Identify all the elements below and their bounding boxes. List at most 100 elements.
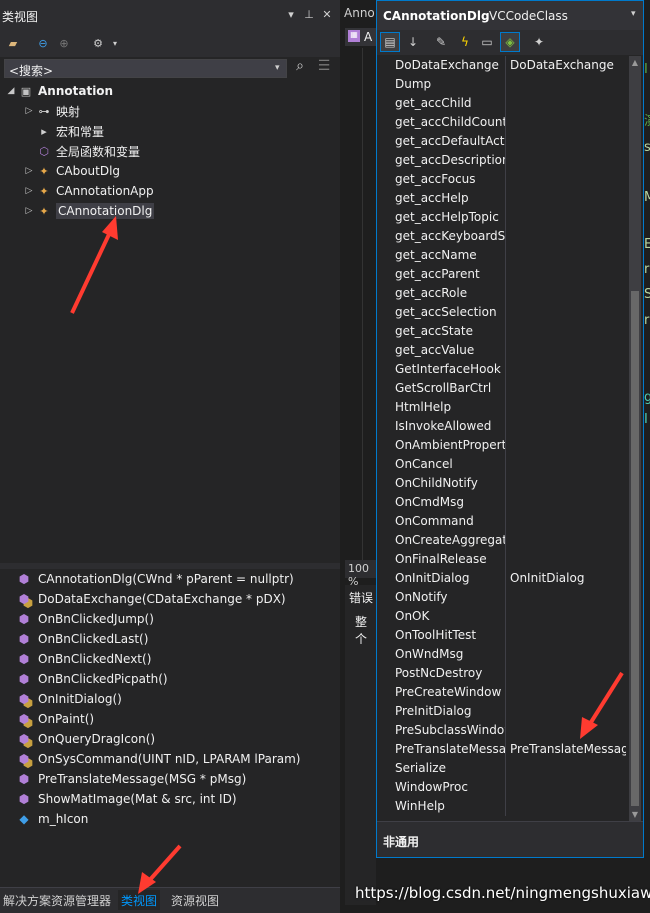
new-folder-icon[interactable]: ▰: [5, 35, 21, 51]
property-row[interactable]: WinHelp: [391, 797, 627, 816]
property-row[interactable]: get_accRole: [391, 284, 627, 303]
property-value[interactable]: [506, 512, 626, 531]
property-value[interactable]: [506, 455, 626, 474]
property-value[interactable]: [506, 645, 626, 664]
property-value[interactable]: [506, 797, 626, 816]
property-value[interactable]: [506, 284, 626, 303]
property-row[interactable]: get_accChildCount: [391, 113, 627, 132]
settings-gear-icon[interactable]: ⚙: [87, 35, 109, 51]
property-value[interactable]: OnInitDialog: [506, 569, 626, 588]
property-value[interactable]: [506, 189, 626, 208]
tree-node[interactable]: ▷ ✦ CAnnotationApp: [22, 181, 154, 201]
property-row[interactable]: OnCreateAggregates: [391, 531, 627, 550]
tab-resource-view[interactable]: 资源视图: [168, 890, 222, 910]
messages-icon[interactable]: ▭: [477, 32, 497, 52]
property-row[interactable]: OnToolHitTest: [391, 626, 627, 645]
property-row[interactable]: OnCancel: [391, 455, 627, 474]
expand-arrow-icon[interactable]: ▷: [22, 206, 36, 216]
grid-scrollbar-thumb[interactable]: [631, 291, 639, 806]
alphabetical-icon[interactable]: ↓: [403, 32, 423, 52]
property-row[interactable]: get_accSelection: [391, 303, 627, 322]
property-row[interactable]: Serialize: [391, 759, 627, 778]
property-value[interactable]: [506, 379, 626, 398]
property-row[interactable]: get_accHelp: [391, 189, 627, 208]
property-row[interactable]: DoDataExchange DoDataExchange: [391, 56, 627, 75]
forward-icon[interactable]: ⊕: [56, 35, 72, 51]
property-row[interactable]: OnCmdMsg: [391, 493, 627, 512]
property-value[interactable]: [506, 94, 626, 113]
property-value[interactable]: [506, 683, 626, 702]
property-value[interactable]: PreTranslateMessage: [506, 740, 626, 759]
property-row[interactable]: OnAmbientProperty: [391, 436, 627, 455]
property-row[interactable]: OnChildNotify: [391, 474, 627, 493]
member-item[interactable]: ⬢ OnPaint(): [16, 709, 94, 729]
property-value[interactable]: [506, 227, 626, 246]
property-value[interactable]: [506, 113, 626, 132]
categorized-icon[interactable]: ▤: [380, 32, 400, 52]
member-item[interactable]: ⬢ ShowMatImage(Mat & src, int ID): [16, 789, 237, 809]
expand-arrow-icon[interactable]: ◢: [4, 86, 18, 96]
property-row[interactable]: HtmlHelp: [391, 398, 627, 417]
property-row[interactable]: Dump: [391, 75, 627, 94]
property-row[interactable]: OnInitDialog OnInitDialog: [391, 569, 627, 588]
tab-class-view[interactable]: 类视图: [118, 890, 161, 910]
property-value[interactable]: [506, 208, 626, 227]
member-item[interactable]: ⬢ OnQueryDragIcon(): [16, 729, 155, 749]
property-value[interactable]: [506, 246, 626, 265]
property-value[interactable]: [506, 398, 626, 417]
events-icon[interactable]: ϟ: [455, 32, 475, 52]
property-row[interactable]: PreInitDialog: [391, 702, 627, 721]
member-item[interactable]: ⬢ OnBnClickedJump(): [16, 609, 154, 629]
tree-node[interactable]: ▷ ⊶ 映射: [22, 101, 80, 121]
expand-arrow-icon[interactable]: ▷: [22, 106, 36, 116]
member-item[interactable]: ⬢ CAnnotationDlg(CWnd * pParent = nullptr…: [16, 569, 294, 589]
search-input[interactable]: <搜索> ▾: [4, 59, 287, 78]
property-row[interactable]: OnFinalRelease: [391, 550, 627, 569]
property-pages-icon[interactable]: ✦: [529, 32, 549, 52]
property-value[interactable]: DoDataExchange: [506, 56, 626, 75]
property-value[interactable]: [506, 132, 626, 151]
property-row[interactable]: GetInterfaceHook: [391, 360, 627, 379]
property-value[interactable]: [506, 474, 626, 493]
tab-solution-explorer[interactable]: 解决方案资源管理器: [0, 890, 114, 910]
property-value[interactable]: [506, 607, 626, 626]
property-value[interactable]: [506, 664, 626, 683]
filter-icon[interactable]: ☰: [315, 58, 333, 78]
tree-node[interactable]: ⬡ 全局函数和变量: [22, 141, 140, 161]
property-value[interactable]: [506, 151, 626, 170]
property-value[interactable]: [506, 417, 626, 436]
property-row[interactable]: get_accFocus: [391, 170, 627, 189]
member-item[interactable]: ⬢ DoDataExchange(CDataExchange * pDX): [16, 589, 286, 609]
property-value[interactable]: [506, 436, 626, 455]
property-row[interactable]: get_accParent: [391, 265, 627, 284]
member-item[interactable]: ⬢ OnInitDialog(): [16, 689, 122, 709]
expand-arrow-icon[interactable]: ▷: [22, 166, 36, 176]
property-value[interactable]: [506, 626, 626, 645]
property-value[interactable]: [506, 265, 626, 284]
property-row[interactable]: get_accChild: [391, 94, 627, 113]
property-value[interactable]: [506, 360, 626, 379]
settings-dropdown-icon[interactable]: ▾: [107, 35, 123, 51]
property-row[interactable]: get_accValue: [391, 341, 627, 360]
property-row[interactable]: get_accDefaultAction: [391, 132, 627, 151]
property-value[interactable]: [506, 702, 626, 721]
overrides-icon[interactable]: ◈: [500, 32, 520, 52]
close-icon[interactable]: ✕: [319, 6, 335, 22]
property-row[interactable]: get_accHelpTopic: [391, 208, 627, 227]
window-position-dropdown-icon[interactable]: ▾: [283, 6, 299, 22]
property-value[interactable]: [506, 588, 626, 607]
property-row[interactable]: PreSubclassWindow: [391, 721, 627, 740]
member-item[interactable]: ⬢ OnSysCommand(UINT nID, LPARAM lParam): [16, 749, 301, 769]
search-icon[interactable]: ⌕: [291, 58, 309, 78]
property-row[interactable]: get_accName: [391, 246, 627, 265]
property-row[interactable]: get_accDescription: [391, 151, 627, 170]
back-icon[interactable]: ⊖: [35, 35, 51, 51]
chevron-down-icon[interactable]: ▾: [631, 9, 636, 19]
property-row[interactable]: GetScrollBarCtrl: [391, 379, 627, 398]
editor-tab[interactable]: Anno: [344, 6, 376, 26]
member-item[interactable]: ⬢ OnBnClickedNext(): [16, 649, 152, 669]
scroll-down-icon[interactable]: ▼: [629, 810, 641, 819]
property-value[interactable]: [506, 493, 626, 512]
property-row[interactable]: get_accState: [391, 322, 627, 341]
expand-arrow-icon[interactable]: ▷: [22, 186, 36, 196]
